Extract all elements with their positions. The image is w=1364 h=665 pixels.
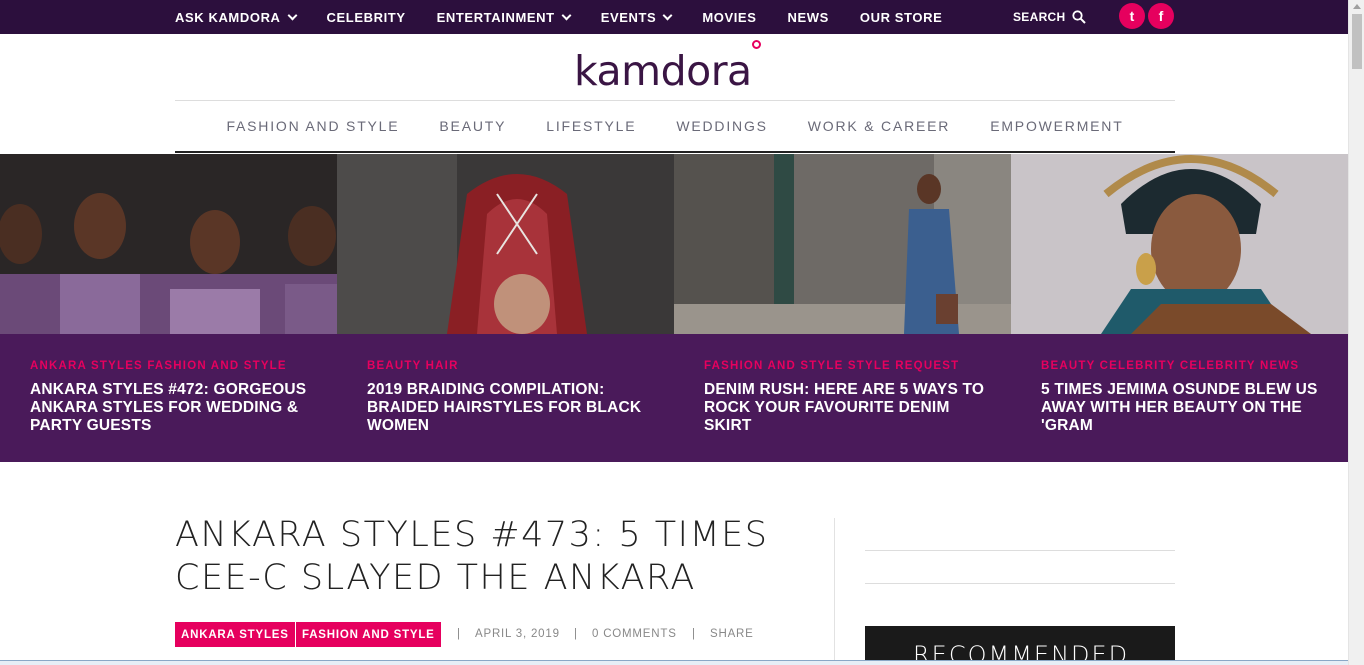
topnav-item-our-store[interactable]: OUR STORE bbox=[860, 10, 942, 25]
divider bbox=[175, 151, 1175, 153]
topnav-item-entertainment[interactable]: ENTERTAINMENT bbox=[436, 9, 572, 25]
meta-separator: | bbox=[692, 628, 696, 640]
slide-2[interactable]: BEAUTY HAIR 2019 BRAIDING COMPILATION: B… bbox=[337, 154, 674, 462]
top-nav: ASK KAMDORA CELEBRITY ENTERTAINMENT EVEN… bbox=[175, 0, 973, 34]
page: ASK KAMDORA CELEBRITY ENTERTAINMENT EVEN… bbox=[0, 0, 1364, 665]
logo-text: kamdora bbox=[574, 47, 752, 95]
top-bar: ASK KAMDORA CELEBRITY ENTERTAINMENT EVEN… bbox=[0, 0, 1348, 34]
slide-1[interactable]: ANKARA STYLES FASHION AND STYLE ANKARA S… bbox=[0, 154, 337, 462]
slide-3[interactable]: FASHION AND STYLE STYLE REQUEST DENIM RU… bbox=[674, 154, 1011, 462]
slide-title[interactable]: 5 TIMES JEMIMA OSUNDE BLEW US AWAY WITH … bbox=[1041, 381, 1331, 435]
slide-categories[interactable]: BEAUTY CELEBRITY CELEBRITY NEWS bbox=[1041, 360, 1299, 372]
slide-categories[interactable]: BEAUTY HAIR bbox=[367, 360, 459, 372]
sidebar-divider bbox=[865, 583, 1175, 584]
sidebar-divider bbox=[865, 550, 1175, 551]
topnav-item-ask-kamdora[interactable]: ASK KAMDORA bbox=[175, 9, 297, 25]
topnav-label: NEWS bbox=[787, 9, 829, 25]
catnav-beauty[interactable]: BEAUTY bbox=[439, 118, 506, 134]
slide-categories[interactable]: ANKARA STYLES FASHION AND STYLE bbox=[30, 360, 287, 372]
topnav-item-movies[interactable]: MOVIES bbox=[702, 10, 756, 25]
topnav-label: CELEBRITY bbox=[326, 9, 406, 25]
share-button[interactable]: SHARE bbox=[710, 628, 754, 640]
facebook-icon: f bbox=[1158, 8, 1164, 24]
meta-separator: | bbox=[574, 628, 578, 640]
slide-title[interactable]: DENIM RUSH: HERE ARE 5 WAYS TO ROCK YOUR… bbox=[704, 381, 994, 435]
topnav-item-news[interactable]: NEWS bbox=[787, 10, 828, 25]
scroll-up-icon[interactable] bbox=[1353, 4, 1361, 9]
facebook-button[interactable]: f bbox=[1148, 3, 1174, 29]
chevron-down-icon bbox=[287, 10, 297, 20]
topnav-label: ASK KAMDORA bbox=[175, 9, 281, 25]
search-icon bbox=[1072, 10, 1087, 24]
logo-dot-icon bbox=[751, 40, 761, 49]
topnav-label: OUR STORE bbox=[859, 9, 943, 25]
slide-image bbox=[674, 154, 1011, 334]
comments-link[interactable]: 0 COMMENTS bbox=[592, 628, 677, 640]
catnav-fashion-and-style[interactable]: FASHION AND STYLE bbox=[226, 118, 399, 134]
meta-separator: | bbox=[457, 628, 461, 640]
site-logo[interactable]: kamdora bbox=[574, 40, 761, 95]
topnav-label: EVENTS bbox=[600, 9, 657, 25]
catnav-empowerment[interactable]: EMPOWERMENT bbox=[990, 118, 1123, 134]
featured-slider: ANKARA STYLES FASHION AND STYLE ANKARA S… bbox=[0, 154, 1348, 462]
catnav-work-and-career[interactable]: WORK & CAREER bbox=[808, 118, 950, 134]
slide-title[interactable]: ANKARA STYLES #472: GORGEOUS ANKARA STYL… bbox=[30, 381, 320, 435]
slide-categories[interactable]: FASHION AND STYLE STYLE REQUEST bbox=[704, 360, 959, 372]
topnav-item-events[interactable]: EVENTS bbox=[600, 9, 673, 25]
window-bottom-edge bbox=[0, 660, 1348, 665]
topnav-label: ENTERTAINMENT bbox=[436, 9, 555, 25]
slide-image bbox=[1011, 154, 1348, 334]
tag-ankara-styles[interactable]: ANKARA STYLES bbox=[175, 622, 295, 647]
article-title: ANKARA STYLES #473: 5 TIMES CEE-C SLAYED… bbox=[175, 515, 769, 598]
chevron-down-icon bbox=[662, 10, 673, 20]
catnav-lifestyle[interactable]: LIFESTYLE bbox=[546, 118, 636, 134]
scrollbar-thumb[interactable] bbox=[1352, 14, 1362, 69]
chevron-down-icon bbox=[561, 10, 572, 20]
catnav-weddings[interactable]: WEDDINGS bbox=[676, 118, 767, 134]
slide-image bbox=[0, 154, 337, 334]
search-label: SEARCH bbox=[1013, 10, 1066, 24]
tag-fashion-and-style[interactable]: FASHION AND STYLE bbox=[296, 622, 441, 647]
search-button[interactable]: SEARCH bbox=[1013, 0, 1087, 34]
topnav-item-celebrity[interactable]: CELEBRITY bbox=[327, 10, 406, 25]
article-date: APRIL 3, 2019 bbox=[475, 628, 560, 640]
slide-image bbox=[337, 154, 674, 334]
category-nav: FASHION AND STYLE BEAUTY LIFESTYLE WEDDI… bbox=[175, 101, 1175, 151]
twitter-button[interactable]: t bbox=[1119, 3, 1145, 29]
topnav-label: MOVIES bbox=[702, 9, 757, 25]
column-divider bbox=[834, 518, 835, 665]
slide-title[interactable]: 2019 BRAIDING COMPILATION: BRAIDED HAIRS… bbox=[367, 381, 657, 435]
slide-4[interactable]: BEAUTY CELEBRITY CELEBRITY NEWS 5 TIMES … bbox=[1011, 154, 1348, 462]
twitter-icon: t bbox=[1129, 8, 1135, 24]
page-scrollbar[interactable] bbox=[1348, 0, 1364, 665]
